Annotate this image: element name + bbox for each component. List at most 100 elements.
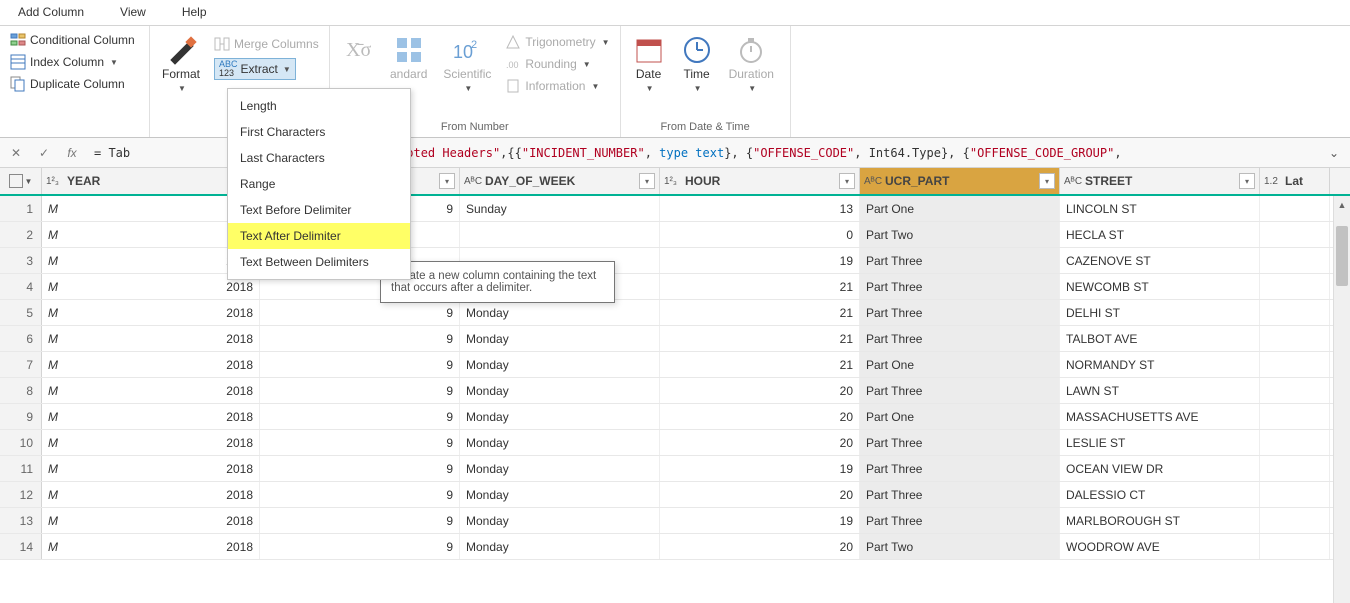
- cell[interactable]: [1260, 378, 1330, 403]
- cell[interactable]: Part Three: [860, 482, 1060, 507]
- cell[interactable]: 9: [260, 534, 460, 559]
- cell[interactable]: M2018: [42, 430, 260, 455]
- cell[interactable]: Monday: [460, 430, 660, 455]
- cell[interactable]: [460, 222, 660, 247]
- cell[interactable]: [1260, 352, 1330, 377]
- cell[interactable]: [1260, 534, 1330, 559]
- filter-icon[interactable]: ▾: [1039, 173, 1055, 189]
- extract-button[interactable]: ABC123 Extract ▼: [210, 56, 323, 82]
- cell[interactable]: 9: [260, 482, 460, 507]
- cell[interactable]: Monday: [460, 508, 660, 533]
- formula-fx-button[interactable]: fx: [62, 143, 82, 163]
- cell[interactable]: Part Three: [860, 300, 1060, 325]
- cell[interactable]: Sunday: [460, 196, 660, 221]
- cell[interactable]: Part One: [860, 404, 1060, 429]
- cell[interactable]: [1260, 326, 1330, 351]
- cell[interactable]: M2018: [42, 404, 260, 429]
- duplicate-column-button[interactable]: Duplicate Column: [6, 74, 139, 94]
- cell[interactable]: 21: [660, 274, 860, 299]
- scroll-thumb[interactable]: [1336, 226, 1348, 286]
- conditional-column-button[interactable]: Conditional Column: [6, 30, 139, 50]
- filter-icon[interactable]: ▾: [639, 173, 655, 189]
- table-row[interactable]: 11M20189Monday19Part ThreeOCEAN VIEW DR: [0, 456, 1350, 482]
- scroll-up-arrow[interactable]: ▲: [1334, 196, 1350, 213]
- menu-help[interactable]: Help: [164, 0, 225, 25]
- cell[interactable]: Monday: [460, 482, 660, 507]
- table-settings-button[interactable]: ▼: [0, 168, 42, 194]
- cell[interactable]: MARLBOROUGH ST: [1060, 508, 1260, 533]
- cell[interactable]: 9: [260, 456, 460, 481]
- formula-cancel-button[interactable]: ✕: [6, 143, 26, 163]
- cell[interactable]: Part Three: [860, 248, 1060, 273]
- cell[interactable]: LINCOLN ST: [1060, 196, 1260, 221]
- cell[interactable]: 20: [660, 534, 860, 559]
- column-header-UCR_PART[interactable]: AᴮCUCR_PART▾: [860, 168, 1060, 194]
- cell[interactable]: [1260, 508, 1330, 533]
- cell[interactable]: Monday: [460, 534, 660, 559]
- cell[interactable]: MASSACHUSETTS AVE: [1060, 404, 1260, 429]
- cell[interactable]: [1260, 274, 1330, 299]
- cell[interactable]: Monday: [460, 300, 660, 325]
- cell[interactable]: WOODROW AVE: [1060, 534, 1260, 559]
- cell[interactable]: 21: [660, 352, 860, 377]
- cell[interactable]: Monday: [460, 404, 660, 429]
- table-row[interactable]: 14M20189Monday20Part TwoWOODROW AVE: [0, 534, 1350, 560]
- scientific-button[interactable]: 102 Scientific▼: [437, 30, 497, 98]
- cell[interactable]: 9: [260, 508, 460, 533]
- rounding-button[interactable]: .00 Rounding ▼: [501, 54, 613, 74]
- cell[interactable]: [1260, 300, 1330, 325]
- cell[interactable]: M2018: [42, 456, 260, 481]
- cell[interactable]: 9: [260, 430, 460, 455]
- cell[interactable]: 19: [660, 456, 860, 481]
- filter-icon[interactable]: ▾: [439, 173, 455, 189]
- table-row[interactable]: 1M9Sunday13Part OneLINCOLN ST: [0, 196, 1350, 222]
- duration-button[interactable]: Duration▼: [723, 30, 780, 98]
- column-header-STREET[interactable]: AᴮCSTREET▾: [1060, 168, 1260, 194]
- formula-accept-button[interactable]: ✓: [34, 143, 54, 163]
- cell[interactable]: LAWN ST: [1060, 378, 1260, 403]
- cell[interactable]: [1260, 404, 1330, 429]
- cell[interactable]: 20: [660, 378, 860, 403]
- cell[interactable]: HECLA ST: [1060, 222, 1260, 247]
- cell[interactable]: 20: [660, 482, 860, 507]
- extract-text-between-delimiters[interactable]: Text Between Delimiters: [228, 249, 410, 275]
- table-row[interactable]: 3M201819Part ThreeCAZENOVE ST: [0, 248, 1350, 274]
- table-row[interactable]: 13M20189Monday19Part ThreeMARLBOROUGH ST: [0, 508, 1350, 534]
- table-row[interactable]: 12M20189Monday20Part ThreeDALESSIO CT: [0, 482, 1350, 508]
- column-header-DAY_OF_WEEK[interactable]: AᴮCDAY_OF_WEEK▾: [460, 168, 660, 194]
- formula-expand-button[interactable]: ⌄: [1324, 143, 1344, 163]
- cell[interactable]: Part One: [860, 352, 1060, 377]
- cell[interactable]: TALBOT AVE: [1060, 326, 1260, 351]
- table-row[interactable]: 10M20189Monday20Part ThreeLESLIE ST: [0, 430, 1350, 456]
- cell[interactable]: NEWCOMB ST: [1060, 274, 1260, 299]
- menu-add-column[interactable]: Add Column: [0, 0, 102, 25]
- cell[interactable]: M2018: [42, 300, 260, 325]
- column-header-HOUR[interactable]: 1²₃HOUR▾: [660, 168, 860, 194]
- extract-last-characters[interactable]: Last Characters: [228, 145, 410, 171]
- cell[interactable]: 21: [660, 300, 860, 325]
- table-row[interactable]: 5M20189Monday21Part ThreeDELHI ST: [0, 300, 1350, 326]
- cell[interactable]: M2018: [42, 482, 260, 507]
- cell[interactable]: Part Three: [860, 326, 1060, 351]
- cell[interactable]: Part Three: [860, 456, 1060, 481]
- table-row[interactable]: 8M20189Monday20Part ThreeLAWN ST: [0, 378, 1350, 404]
- information-button[interactable]: Information ▼: [501, 76, 613, 96]
- cell[interactable]: [1260, 222, 1330, 247]
- extract-first-characters[interactable]: First Characters: [228, 119, 410, 145]
- cell[interactable]: NORMANDY ST: [1060, 352, 1260, 377]
- cell[interactable]: Part One: [860, 196, 1060, 221]
- table-row[interactable]: 9M20189Monday20Part OneMASSACHUSETTS AVE: [0, 404, 1350, 430]
- extract-range[interactable]: Range: [228, 171, 410, 197]
- cell[interactable]: Monday: [460, 326, 660, 351]
- cell[interactable]: M2018: [42, 326, 260, 351]
- cell[interactable]: 9: [260, 404, 460, 429]
- cell[interactable]: [1260, 456, 1330, 481]
- merge-columns-button[interactable]: Merge Columns: [210, 34, 323, 54]
- index-column-button[interactable]: Index Column ▼: [6, 52, 139, 72]
- standard-button[interactable]: andard: [384, 30, 433, 85]
- filter-icon[interactable]: ▾: [839, 173, 855, 189]
- cell[interactable]: Part Three: [860, 508, 1060, 533]
- cell[interactable]: 0: [660, 222, 860, 247]
- format-button[interactable]: Format▼: [156, 30, 206, 98]
- cell[interactable]: 9: [260, 300, 460, 325]
